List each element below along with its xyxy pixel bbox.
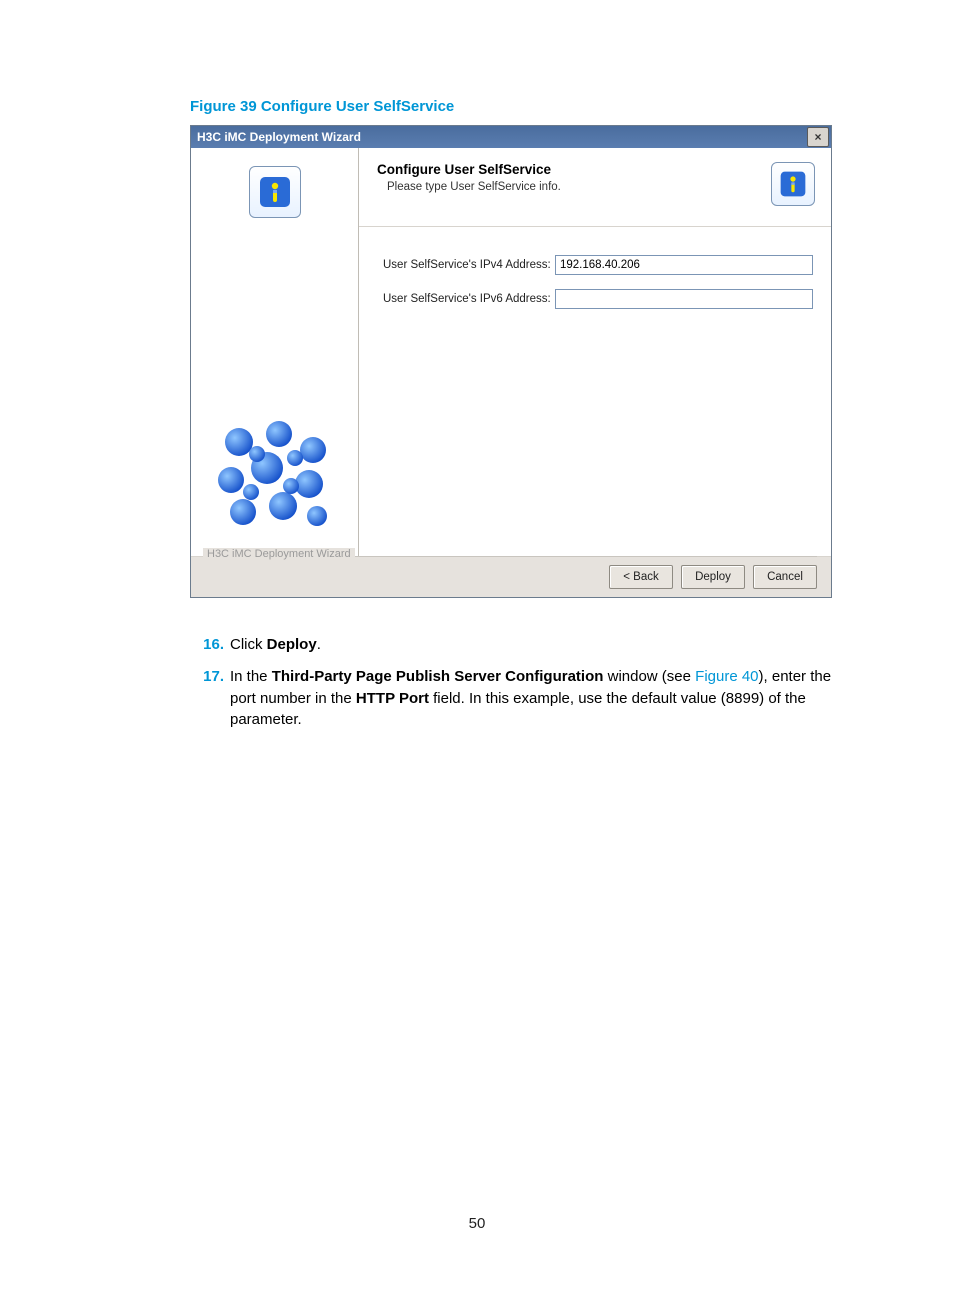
wizard-dialog: H3C iMC Deployment Wizard × (190, 125, 832, 598)
page-number: 50 (0, 1215, 954, 1232)
step-body: Click Deploy. (230, 634, 839, 656)
wizard-main: Configure User SelfService Please type U… (359, 148, 831, 556)
step-number: 17. (190, 666, 230, 731)
ipv4-label: User SelfService's IPv4 Address: (383, 259, 555, 271)
text: In the (230, 668, 272, 685)
bold-text: Third-Party Page Publish Server Configur… (272, 668, 604, 685)
page-title: Configure User SelfService (377, 162, 561, 177)
dialog-content: Configure User SelfService Please type U… (191, 148, 831, 556)
wizard-header: Configure User SelfService Please type U… (359, 148, 831, 227)
ipv4-input[interactable] (555, 255, 813, 275)
close-icon: × (814, 130, 821, 144)
wizard-logo-icon (771, 162, 815, 206)
text: . (317, 636, 321, 653)
ipv6-input[interactable] (555, 289, 813, 309)
form-area: User SelfService's IPv4 Address: User Se… (359, 227, 831, 556)
bold-text: HTTP Port (356, 690, 429, 707)
text: window (see (603, 668, 695, 685)
list-item: 16. Click Deploy. (190, 634, 839, 656)
figure-caption: Figure 39 Configure User SelfService (190, 98, 839, 115)
back-button[interactable]: < Back (609, 565, 673, 589)
step-body: In the Third-Party Page Publish Server C… (230, 666, 839, 731)
bold-text: Deploy (267, 636, 317, 653)
page-subtitle: Please type User SelfService info. (377, 181, 561, 193)
close-button[interactable]: × (807, 127, 829, 147)
deploy-button[interactable]: Deploy (681, 565, 745, 589)
form-row-ipv4: User SelfService's IPv4 Address: (383, 255, 813, 275)
instruction-list: 16. Click Deploy. 17. In the Third-Party… (190, 634, 839, 731)
wizard-sidebar (191, 148, 359, 556)
step-number: 16. (190, 634, 230, 656)
footer-wizard-label: H3C iMC Deployment Wizard (203, 548, 355, 560)
titlebar: H3C iMC Deployment Wizard × (191, 126, 831, 148)
window-title: H3C iMC Deployment Wizard (197, 130, 361, 144)
text: Click (230, 636, 267, 653)
list-item: 17. In the Third-Party Page Publish Serv… (190, 666, 839, 731)
ipv6-label: User SelfService's IPv6 Address: (383, 293, 555, 305)
figure-xref[interactable]: Figure 40 (695, 668, 758, 685)
wizard-logo-icon (249, 166, 301, 218)
button-bar: H3C iMC Deployment Wizard < Back Deploy … (191, 556, 831, 597)
molecule-icon (209, 406, 341, 538)
form-row-ipv6: User SelfService's IPv6 Address: (383, 289, 813, 309)
cancel-button[interactable]: Cancel (753, 565, 817, 589)
